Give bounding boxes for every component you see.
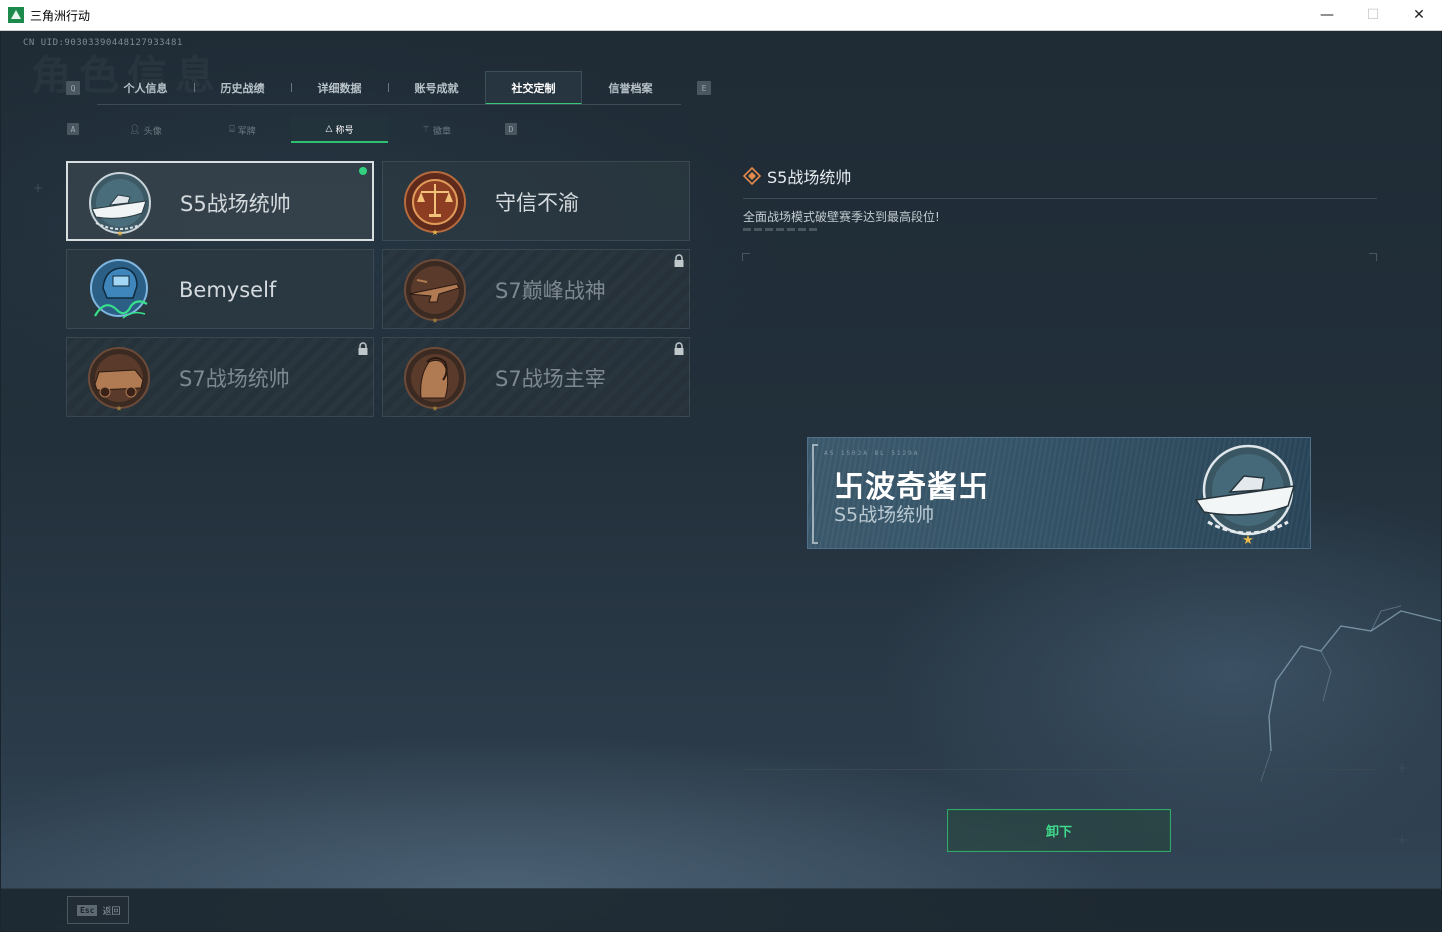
rifle-badge-icon: ★ bbox=[404, 259, 466, 324]
subtab-emblem[interactable]: ⚚ 徽章 bbox=[388, 117, 485, 143]
emblem-icon: ⚚ bbox=[421, 125, 431, 135]
tab-social-customization[interactable]: 社交定制 bbox=[485, 71, 582, 105]
window-titlebar: 三角洲行动 — ☐ ✕ bbox=[0, 0, 1442, 31]
tab-next-key-hint[interactable]: E bbox=[697, 81, 711, 95]
svg-text:★: ★ bbox=[431, 316, 438, 324]
svg-text:★: ★ bbox=[431, 404, 438, 412]
scales-badge-icon: ★ bbox=[404, 171, 466, 236]
equipped-indicator bbox=[359, 167, 367, 175]
tabs-divider bbox=[97, 104, 681, 105]
esc-key-hint: Esc bbox=[77, 904, 98, 916]
title-card-label: S7巅峰战神 bbox=[495, 279, 606, 303]
close-button[interactable]: ✕ bbox=[1396, 0, 1442, 30]
minimize-button[interactable]: — bbox=[1304, 0, 1350, 30]
tab-credit-record[interactable]: 信誉档案 bbox=[582, 71, 679, 105]
detail-description: 全面战场模式破壁赛季达到最高段位! bbox=[743, 210, 940, 224]
title-card-s5-commander[interactable]: ★ S5战场统帅 bbox=[66, 161, 374, 241]
tab-personal-info[interactable]: 个人信息 bbox=[97, 71, 194, 105]
subtab-prev-key-hint[interactable]: A bbox=[67, 123, 79, 135]
window-title: 三角洲行动 bbox=[30, 8, 91, 23]
speedboat-badge-icon: ★ bbox=[89, 172, 151, 237]
dogtag-icon: ⌸ bbox=[229, 125, 235, 135]
title-diamond-icon bbox=[743, 167, 761, 185]
nameplate-code: AS 1502A BL 5129A bbox=[824, 450, 920, 457]
svg-text:★: ★ bbox=[431, 228, 438, 236]
user-icon: 👤︎ bbox=[129, 125, 141, 135]
title-card-label: S7战场统帅 bbox=[179, 367, 290, 391]
subtab-dogtag[interactable]: ⌸ 军牌 bbox=[194, 117, 291, 143]
title-card-label: Bemyself bbox=[179, 278, 277, 302]
crosshair-decoration: + bbox=[1397, 761, 1408, 775]
tab-label: 详细数据 bbox=[317, 82, 362, 95]
unequip-button[interactable]: 卸下 bbox=[947, 809, 1171, 852]
tab-detailed-stats[interactable]: 详细数据 bbox=[291, 71, 388, 105]
maximize-button[interactable]: ☐ bbox=[1350, 0, 1396, 30]
armored-vehicle-badge-icon: ★ bbox=[88, 347, 150, 412]
lock-icon bbox=[358, 342, 368, 355]
title-card-s7-commander[interactable]: ★ S7战场统帅 bbox=[66, 337, 374, 417]
back-label: 返回 bbox=[102, 906, 121, 917]
detail-bottom-divider bbox=[743, 769, 1377, 770]
subtab-avatar[interactable]: 👤︎ 头像 bbox=[97, 117, 194, 143]
nameplate-preview: AS 1502A BL 5129A 卐波奇酱卐 S5战场统帅 ★ bbox=[807, 437, 1311, 549]
nameplate-bracket bbox=[812, 444, 818, 544]
tab-match-history[interactable]: 历史战绩 bbox=[194, 71, 291, 105]
title-card-s7-dominator[interactable]: ★ S7战场主宰 bbox=[382, 337, 690, 417]
detail-divider bbox=[743, 198, 1377, 199]
title-card-s7-peak-war-god[interactable]: ★ S7巅峰战神 bbox=[382, 249, 690, 329]
tab-label: 历史战绩 bbox=[220, 82, 265, 95]
title-card-label: S7战场主宰 bbox=[495, 367, 606, 391]
svg-text:★: ★ bbox=[115, 404, 122, 412]
subtab-next-key-hint[interactable]: D bbox=[505, 123, 517, 135]
tab-label: 账号成就 bbox=[414, 82, 459, 95]
helmet-signature-badge-icon bbox=[90, 259, 148, 319]
description-decoration bbox=[743, 228, 819, 231]
svg-text:★: ★ bbox=[116, 229, 123, 237]
tab-label: 社交定制 bbox=[511, 81, 556, 95]
sub-tabs: 👤︎ 头像 ⌸ 军牌 △ 称号 ⚚ 徽章 bbox=[97, 117, 485, 143]
detail-title: S5战场统帅 bbox=[767, 168, 852, 187]
speedboat-badge-icon: ★ bbox=[1194, 444, 1296, 546]
subtab-label: 军牌 bbox=[237, 126, 256, 137]
title-card-keep-promise[interactable]: ★ 守信不渝 bbox=[382, 161, 690, 241]
tab-label: 信誉档案 bbox=[608, 82, 653, 95]
title-icon: △ bbox=[325, 124, 333, 134]
lightning-decoration bbox=[1260, 605, 1441, 782]
nameplate-title: S5战场统帅 bbox=[834, 504, 935, 526]
title-card-bemyself[interactable]: Bemyself bbox=[66, 249, 374, 329]
tab-achievements[interactable]: 账号成就 bbox=[388, 71, 485, 105]
subtab-title[interactable]: △ 称号 bbox=[291, 117, 388, 143]
panel-corner bbox=[742, 253, 750, 261]
warrior-portrait-badge-icon: ★ bbox=[404, 347, 466, 412]
title-card-label: 守信不渝 bbox=[495, 191, 579, 215]
game-viewport: 角色信息 CN UID:9030339044812793348​1 + + + … bbox=[1, 31, 1441, 931]
subtab-label: 称号 bbox=[335, 125, 354, 136]
title-card-label: S5战场统帅 bbox=[180, 192, 291, 216]
lock-icon bbox=[674, 254, 684, 267]
window-controls: — ☐ ✕ bbox=[1304, 0, 1442, 30]
lock-icon bbox=[674, 342, 684, 355]
delta-force-logo-icon bbox=[8, 7, 24, 23]
tab-prev-key-hint[interactable]: Q bbox=[66, 81, 80, 95]
subtab-label: 徽章 bbox=[433, 126, 452, 137]
player-uid: CN UID:9030339044812793348​1 bbox=[23, 38, 183, 48]
main-tabs: 个人信息 历史战绩 详细数据 账号成就 社交定制 信誉档案 bbox=[97, 71, 679, 105]
panel-corner bbox=[1369, 253, 1377, 261]
tab-label: 个人信息 bbox=[123, 82, 168, 95]
svg-text:★: ★ bbox=[1242, 533, 1254, 546]
bottom-bar bbox=[1, 888, 1441, 931]
back-button[interactable]: Esc 返回 bbox=[67, 896, 129, 924]
detail-header: S5战场统帅 bbox=[743, 164, 851, 188]
crosshair-decoration: + bbox=[1397, 833, 1408, 847]
subtab-label: 头像 bbox=[143, 126, 162, 137]
crosshair-decoration: + bbox=[33, 181, 44, 195]
